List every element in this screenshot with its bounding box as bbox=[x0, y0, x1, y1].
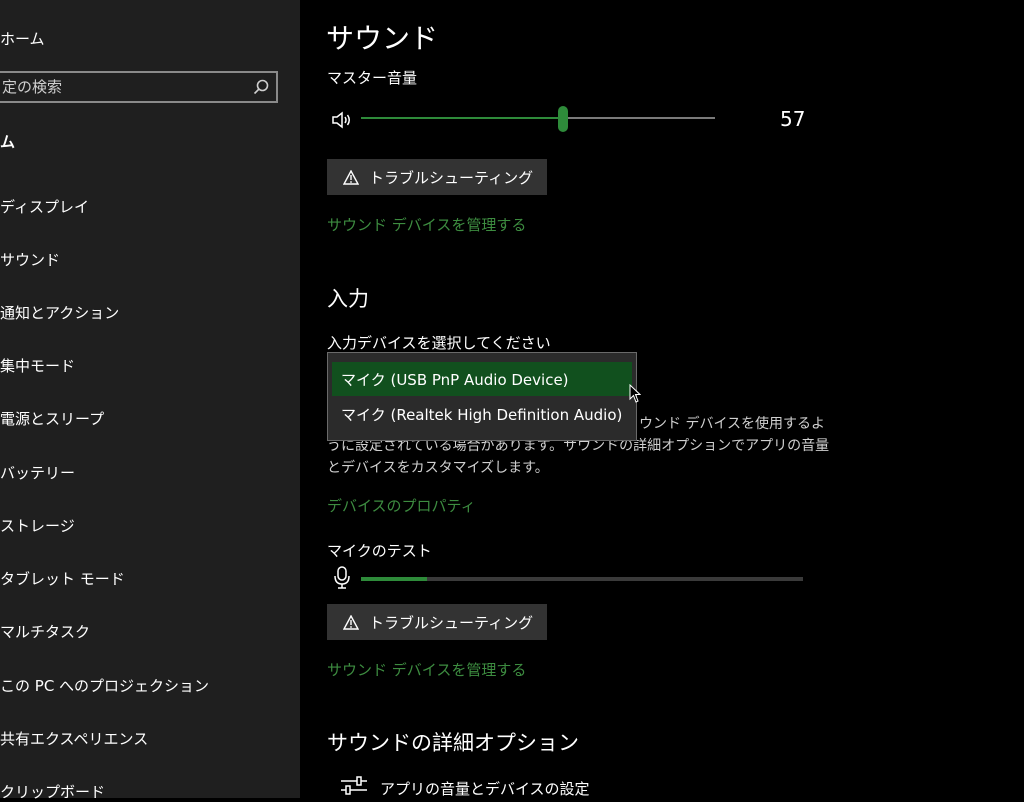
sidebar-item-sound[interactable]: サウンド bbox=[0, 249, 60, 270]
device-properties-link[interactable]: デバイスのプロパティ bbox=[327, 495, 476, 516]
input-heading: 入力 bbox=[327, 287, 369, 311]
troubleshoot-button[interactable]: トラブルシューティング bbox=[327, 159, 548, 195]
info-text-line-3: とデバイスをカスタマイズします。 bbox=[327, 460, 549, 476]
input-device-option-usb[interactable]: マイク (USB PnP Audio Device) bbox=[332, 362, 632, 396]
master-volume-fill bbox=[361, 117, 563, 119]
master-volume-label: マスター音量 bbox=[327, 69, 418, 87]
advanced-options-heading: サウンドの詳細オプション bbox=[327, 731, 579, 755]
warning-icon bbox=[343, 169, 359, 185]
mouse-cursor-icon bbox=[629, 384, 641, 403]
sidebar-item-battery[interactable]: バッテリー bbox=[0, 462, 75, 483]
sidebar-item-notifications[interactable]: 通知とアクション bbox=[0, 302, 119, 323]
troubleshoot-button-2[interactable]: トラブルシューティング bbox=[327, 604, 548, 640]
sidebar-item-home[interactable]: ホーム bbox=[0, 28, 45, 49]
sidebar-item-tablet-mode[interactable]: タブレット モード bbox=[0, 568, 125, 589]
sidebar-item-clipboard[interactable]: クリップボード bbox=[0, 781, 105, 802]
page-title: サウンド bbox=[326, 22, 439, 55]
sidebar: ホーム ム ディスプレイ サウンド 通知とアクション 集中モード 電源とスリープ… bbox=[0, 0, 300, 801]
sidebar-item-focus-mode[interactable]: 集中モード bbox=[0, 355, 75, 376]
sidebar-item-multitasking[interactable]: マルチタスク bbox=[0, 621, 90, 642]
troubleshoot-button-label: トラブルシューティング bbox=[369, 168, 534, 187]
sidebar-item-projection[interactable]: この PC へのプロジェクション bbox=[0, 675, 209, 696]
sidebar-item-shared-experiences[interactable]: 共有エクスペリエンス bbox=[0, 728, 148, 749]
mic-level-fill bbox=[361, 577, 428, 581]
microphone-icon bbox=[334, 566, 350, 589]
speaker-icon[interactable] bbox=[331, 110, 353, 130]
sidebar-item-display[interactable]: ディスプレイ bbox=[0, 196, 89, 217]
sidebar-item-storage[interactable]: ストレージ bbox=[0, 515, 75, 536]
select-input-device-label: 入力デバイスを選択してください bbox=[327, 334, 551, 352]
search-input[interactable] bbox=[0, 73, 242, 101]
mixer-sliders-icon bbox=[341, 776, 367, 795]
mic-level-meter bbox=[361, 577, 803, 581]
search-box[interactable] bbox=[0, 71, 278, 103]
sidebar-item-power-sleep[interactable]: 電源とスリープ bbox=[0, 408, 104, 429]
search-icon[interactable] bbox=[252, 78, 270, 96]
input-device-option-realtek[interactable]: マイク (Realtek High Definition Audio) bbox=[332, 397, 632, 431]
mic-test-label: マイクのテスト bbox=[327, 542, 432, 560]
master-volume-slider[interactable] bbox=[361, 117, 715, 119]
sidebar-section-heading: ム bbox=[0, 133, 16, 151]
master-volume-thumb[interactable] bbox=[557, 106, 568, 132]
troubleshoot-button-2-label: トラブルシューティング bbox=[369, 613, 534, 632]
manage-sound-devices-link[interactable]: サウンド デバイスを管理する bbox=[327, 214, 526, 235]
warning-icon bbox=[343, 614, 359, 630]
master-volume-value: 57 bbox=[780, 107, 806, 131]
manage-sound-devices-link-2[interactable]: サウンド デバイスを管理する bbox=[327, 659, 526, 680]
input-device-dropdown[interactable]: マイク (USB PnP Audio Device) マイク (Realtek … bbox=[327, 352, 637, 441]
app-volume-device-settings-link[interactable]: アプリの音量とデバイスの設定 bbox=[380, 778, 590, 799]
